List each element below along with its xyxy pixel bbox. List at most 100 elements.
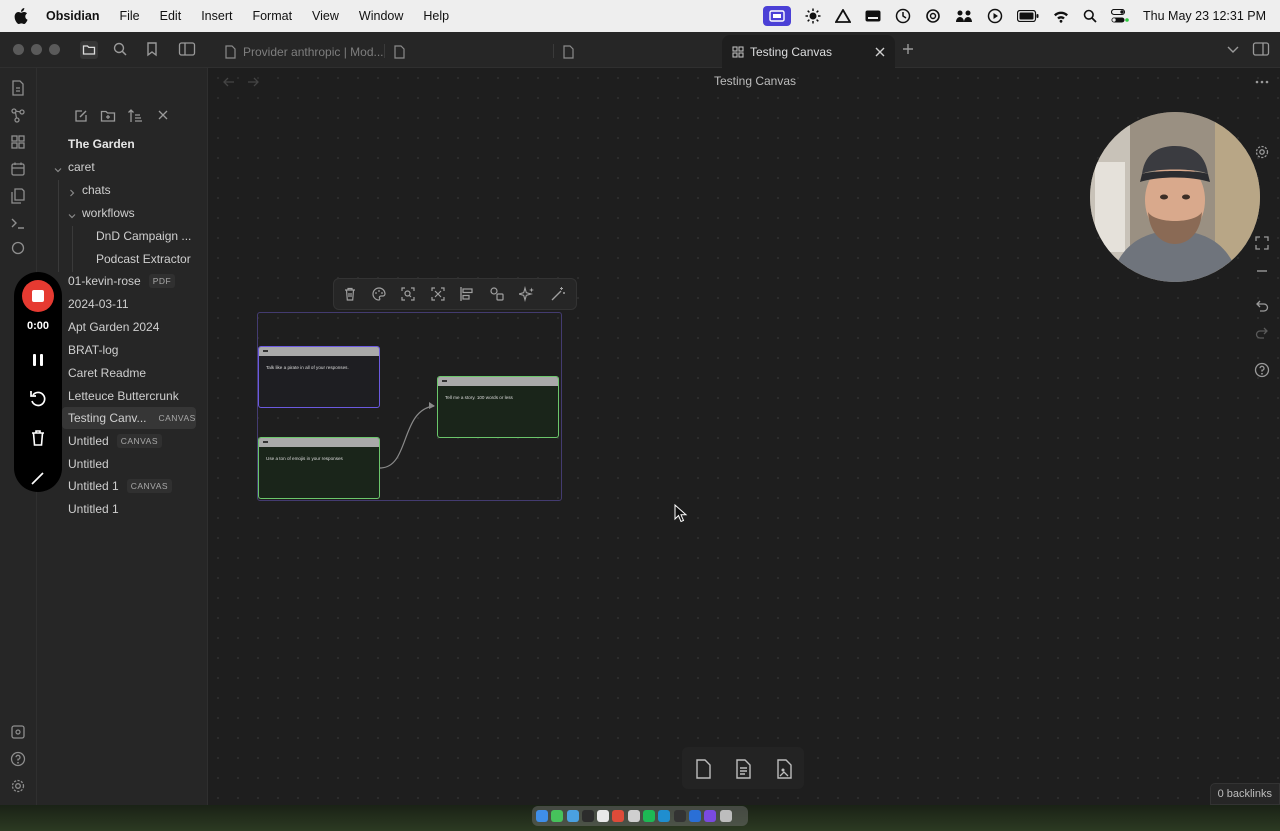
tree-folder-caret[interactable]: caret [68, 156, 95, 178]
view-title[interactable]: Testing Canvas [208, 74, 1280, 88]
chevron-right-icon[interactable] [67, 188, 77, 198]
delete-trash-icon[interactable] [342, 286, 358, 302]
magic-wand-icon[interactable] [550, 286, 566, 302]
tab-untitled-3[interactable] [557, 35, 721, 68]
terminal-app-icon[interactable] [581, 810, 594, 822]
sparkles-icon[interactable] [519, 286, 535, 302]
tree-folder-workflows[interactable]: workflows [82, 202, 135, 224]
menu-edit[interactable]: Edit [160, 9, 182, 23]
minimize-window-button[interactable] [31, 44, 42, 55]
tree-file-untitled-1-canvas[interactable]: Untitled 1 CANVAS [68, 475, 173, 497]
menu-file[interactable]: File [119, 9, 139, 23]
triangle-app-icon[interactable] [835, 9, 852, 23]
fit-selection-icon[interactable] [430, 286, 446, 302]
chevron-down-icon[interactable] [53, 165, 63, 175]
canvas-settings-icon[interactable] [1254, 144, 1270, 160]
canvas-node-emojis[interactable]: Use a ton of emojis in your responses [258, 437, 380, 499]
canvas-edge-connector[interactable] [378, 398, 438, 473]
menu-insert[interactable]: Insert [201, 9, 232, 23]
telegram-app-icon[interactable] [658, 810, 671, 822]
tree-file-brat-log[interactable]: BRAT-log [68, 339, 118, 361]
align-left-icon[interactable] [459, 286, 475, 302]
new-tab-icon[interactable] [900, 41, 918, 59]
menu-app-name[interactable]: Obsidian [46, 9, 99, 23]
tree-file-caret-readme[interactable]: Caret Readme [68, 362, 146, 384]
search-icon[interactable] [112, 41, 130, 59]
close-tab-icon[interactable] [875, 47, 885, 57]
webcam-overlay[interactable] [1090, 112, 1260, 282]
keyboard-app-icon[interactable] [865, 10, 881, 22]
zoom-to-selection-icon[interactable] [400, 286, 416, 302]
canvas-node-pirate[interactable]: Talk like a pirate in all of your respon… [258, 346, 380, 408]
open-quick-switcher-icon[interactable] [10, 80, 26, 96]
sort-order-icon[interactable] [127, 108, 143, 124]
zoom-window-button[interactable] [49, 44, 60, 55]
tab-list-chevron-icon[interactable] [1225, 41, 1243, 59]
tree-file-untitled-1[interactable]: Untitled 1 [68, 498, 119, 520]
collapse-all-icon[interactable] [155, 108, 171, 124]
app-icon[interactable] [673, 810, 686, 822]
tree-file-2024-03-11[interactable]: 2024-03-11 [68, 293, 129, 315]
finder-app-icon[interactable] [536, 810, 548, 822]
vscode-app-icon[interactable] [688, 810, 701, 822]
menu-view[interactable]: View [312, 9, 339, 23]
menu-format[interactable]: Format [252, 9, 292, 23]
clock-icon[interactable] [895, 8, 911, 24]
openai-icon[interactable] [925, 8, 941, 24]
trash-app-icon[interactable] [719, 810, 732, 822]
graph-view-icon[interactable] [10, 107, 26, 123]
help-icon[interactable] [10, 751, 26, 767]
group-nodes-icon[interactable] [489, 286, 505, 302]
tree-file-untitled[interactable]: Untitled [68, 453, 109, 475]
tree-file-letteuce-buttercrunk[interactable]: Letteuce Buttercrunk [68, 385, 179, 407]
tree-file-testing-canvas[interactable]: Testing Canv... CANVAS [62, 407, 196, 429]
settings-app-icon[interactable] [627, 810, 640, 822]
canvas-grid-icon[interactable] [10, 134, 26, 150]
people-icon[interactable] [955, 9, 973, 23]
notes-app-icon[interactable] [597, 810, 610, 822]
control-center-icon[interactable] [1111, 9, 1129, 23]
wifi-icon[interactable] [1053, 10, 1069, 23]
canvas-help-icon[interactable] [1254, 362, 1270, 378]
battery-icon[interactable] [1017, 10, 1039, 22]
tree-folder-chats[interactable]: chats [82, 179, 111, 201]
stop-recording-button[interactable] [22, 280, 54, 312]
add-note-from-vault-icon[interactable] [732, 758, 754, 780]
tree-file-podcast-extractor[interactable]: Podcast Extractor [96, 248, 191, 270]
tree-file-dnd-campaign[interactable]: DnD Campaign ... [96, 225, 191, 247]
chrome-app-icon[interactable] [612, 810, 625, 822]
spotlight-search-icon[interactable] [1083, 9, 1097, 23]
menu-bar-clock[interactable]: Thu May 23 12:31 PM [1143, 9, 1266, 23]
redo-icon[interactable] [1254, 326, 1270, 342]
new-folder-icon[interactable] [100, 108, 116, 124]
menu-help[interactable]: Help [423, 9, 449, 23]
templates-icon[interactable] [10, 188, 26, 204]
obsidian-app-icon[interactable] [704, 810, 717, 822]
more-options-icon[interactable] [1254, 74, 1270, 90]
close-window-button[interactable] [13, 44, 24, 55]
plugin-icon[interactable] [10, 240, 26, 256]
right-sidebar-toggle-icon[interactable] [1252, 41, 1270, 59]
spotify-app-icon[interactable] [643, 810, 656, 822]
brightness-icon[interactable] [805, 8, 821, 24]
terminal-icon[interactable] [10, 215, 26, 231]
menu-window[interactable]: Window [359, 9, 403, 23]
messages-app-icon[interactable] [551, 810, 564, 822]
tree-file-untitled-canvas[interactable]: Untitled CANVAS [68, 430, 163, 452]
backlinks-status[interactable]: 0 backlinks [1209, 783, 1280, 805]
play-icon[interactable] [987, 8, 1003, 24]
folder-icon[interactable] [80, 41, 98, 59]
vault-name[interactable]: The Garden [68, 133, 135, 155]
mail-app-icon[interactable] [566, 810, 579, 822]
pause-icon[interactable] [28, 350, 48, 370]
add-media-icon[interactable] [773, 758, 795, 780]
zoom-out-icon[interactable] [1254, 263, 1270, 279]
color-palette-icon[interactable] [371, 286, 387, 302]
chevron-down-icon[interactable] [67, 211, 77, 221]
settings-gear-icon[interactable] [10, 778, 26, 794]
tab-provider-anthropic[interactable]: Provider anthropic | Mod... [214, 35, 384, 68]
screen-recording-icon[interactable] [763, 6, 792, 26]
add-card-icon[interactable] [692, 758, 714, 780]
restart-icon[interactable] [28, 389, 48, 409]
new-note-icon[interactable] [73, 108, 89, 124]
